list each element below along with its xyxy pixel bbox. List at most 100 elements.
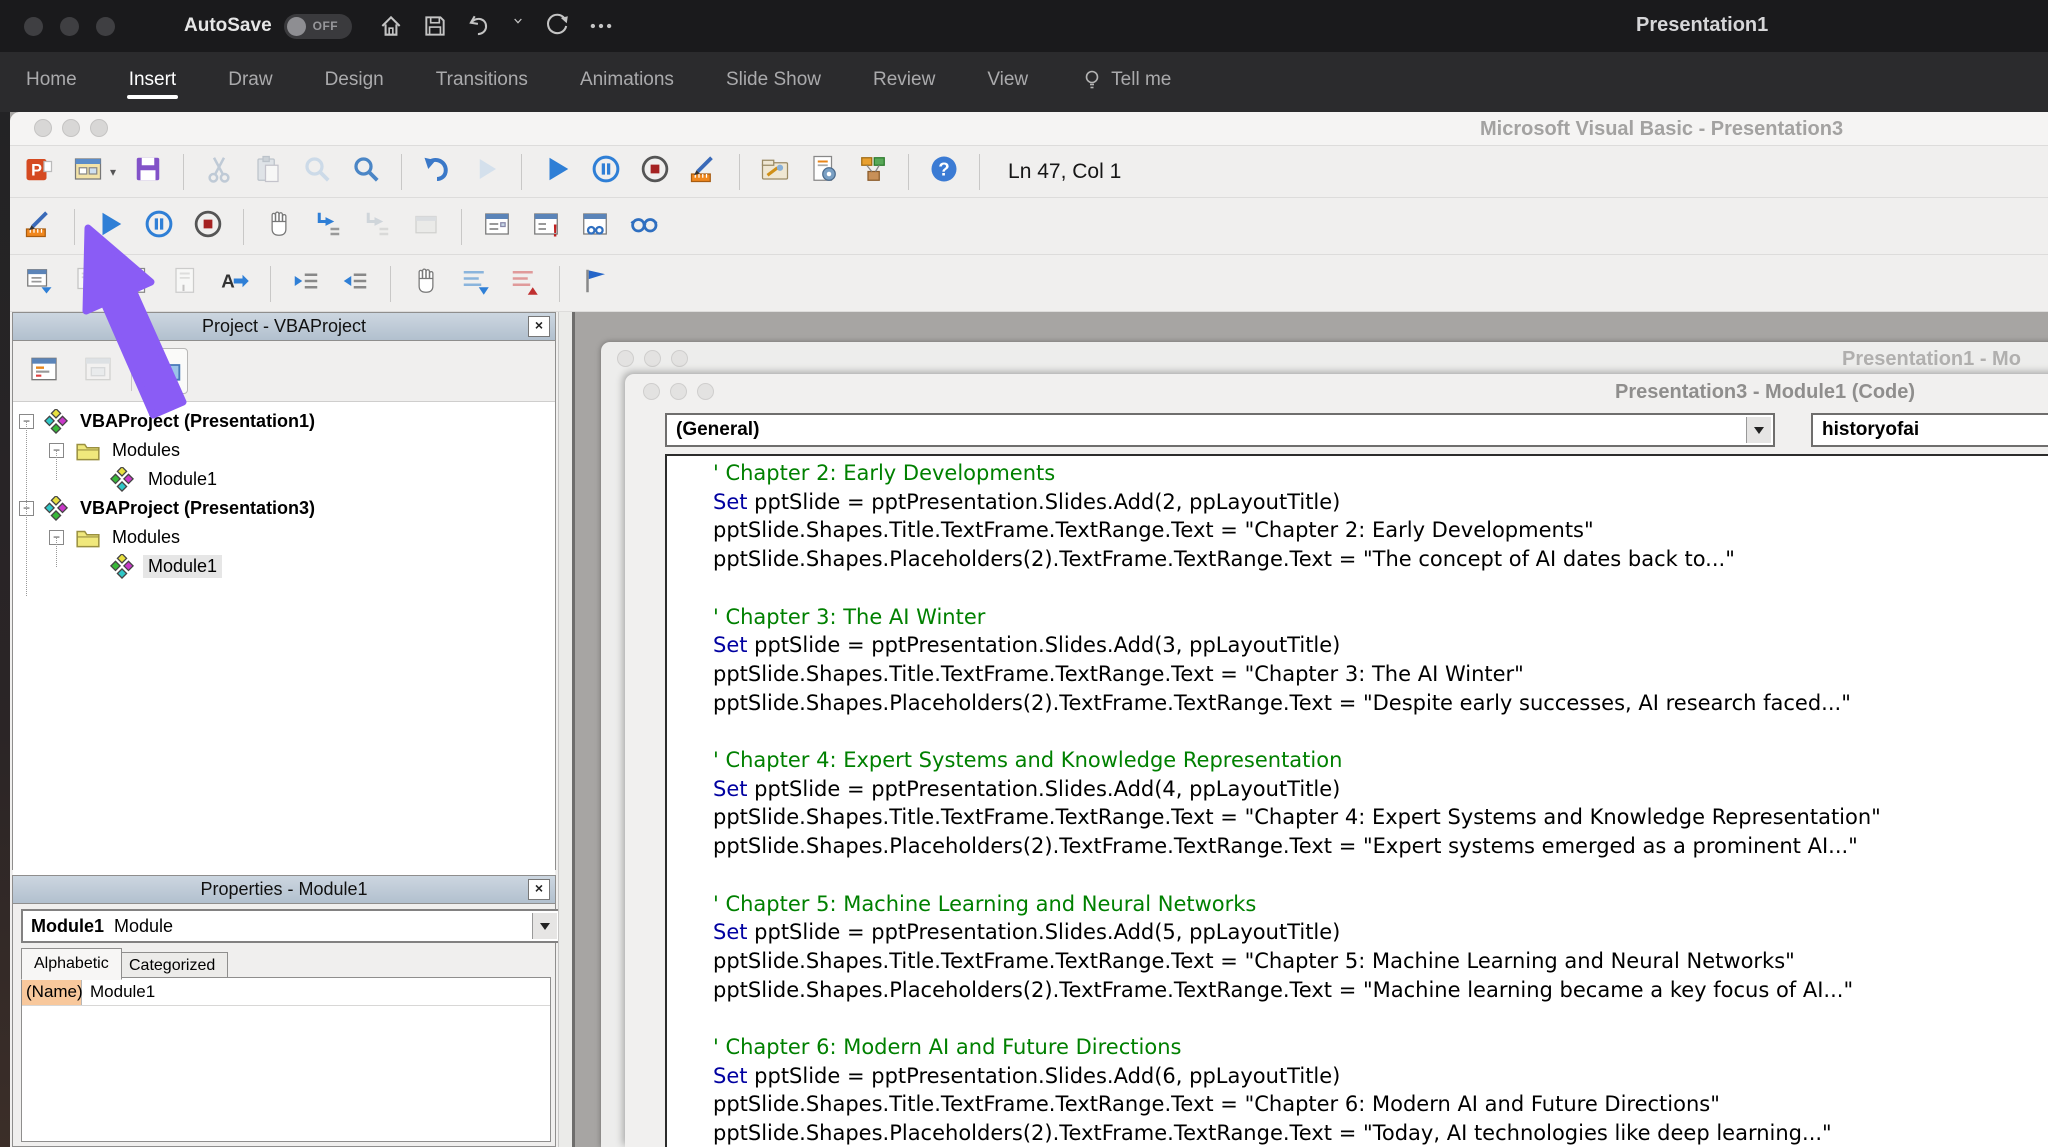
insert-userform-button[interactable] xyxy=(71,155,105,189)
complete-word-button[interactable]: A xyxy=(218,267,252,301)
immediate-window-button[interactable] xyxy=(578,210,612,244)
locals-window-button[interactable] xyxy=(480,210,514,244)
home-icon[interactable] xyxy=(378,13,404,39)
chevron-down-icon[interactable] xyxy=(532,913,557,939)
zoom-window-icon[interactable] xyxy=(697,383,714,400)
tab-slide-show[interactable]: Slide Show xyxy=(726,63,821,101)
minimize-window-icon[interactable] xyxy=(60,16,79,36)
view-powerpoint-button[interactable]: P xyxy=(22,155,56,189)
break-button[interactable] xyxy=(142,210,176,244)
properties-panel-titlebar[interactable]: Properties - Module1 × xyxy=(13,876,555,904)
step-over-button[interactable] xyxy=(360,210,394,244)
save-icon[interactable] xyxy=(422,13,448,39)
undo-icon[interactable] xyxy=(466,13,492,39)
tab-tell-me[interactable]: Tell me xyxy=(1080,62,1171,102)
redo-icon[interactable] xyxy=(544,13,570,39)
tab-insert[interactable]: Insert xyxy=(126,63,178,101)
object-browser-button[interactable] xyxy=(856,155,890,189)
property-name-cell[interactable]: (Name) xyxy=(22,978,83,1005)
tab-view[interactable]: View xyxy=(987,63,1028,101)
chevron-down-icon[interactable]: ▾ xyxy=(110,165,116,179)
code-editor[interactable]: ' Chapter 2: Early Developments Set pptSl… xyxy=(665,454,2048,1147)
view-code-button[interactable] xyxy=(23,349,65,393)
tab-review[interactable]: Review xyxy=(873,63,935,101)
macos-window-controls[interactable] xyxy=(24,16,132,36)
reset-button[interactable] xyxy=(638,155,672,189)
design-mode-button[interactable] xyxy=(22,210,56,244)
parameter-info-button[interactable] xyxy=(169,267,203,301)
project-panel-titlebar[interactable]: Project - VBAProject × xyxy=(13,313,555,341)
watch-window-button[interactable]: ! xyxy=(529,210,563,244)
tab-draw[interactable]: Draw xyxy=(228,63,272,101)
run-button[interactable] xyxy=(540,155,574,189)
list-constants-button[interactable] xyxy=(71,267,105,301)
comment-block-button[interactable] xyxy=(458,267,492,301)
undo-button[interactable] xyxy=(420,155,454,189)
view-object-button[interactable] xyxy=(77,349,119,393)
zoom-window-icon[interactable] xyxy=(671,350,688,367)
minimize-window-icon[interactable] xyxy=(670,383,687,400)
chevron-down-icon[interactable] xyxy=(1746,417,1771,443)
run-button[interactable] xyxy=(93,210,127,244)
procedure-dropdown[interactable]: historyofai xyxy=(1811,413,2048,447)
object-selector-combo[interactable]: Module1 Module xyxy=(21,909,561,943)
close-icon[interactable]: × xyxy=(528,316,550,337)
indent-button[interactable] xyxy=(289,267,323,301)
bookmark-flag-button[interactable] xyxy=(578,267,612,301)
tree-item-vbaproject-presentation3-[interactable]: − VBAProject (Presentation3) xyxy=(13,494,555,523)
step-into-button[interactable] xyxy=(311,210,345,244)
properties-window-button[interactable] xyxy=(807,155,841,189)
save-button[interactable] xyxy=(131,155,165,189)
object-dropdown[interactable]: (General) xyxy=(665,413,1775,447)
zoom-window-icon[interactable] xyxy=(96,16,115,36)
close-window-icon[interactable] xyxy=(24,16,43,36)
break-button[interactable] xyxy=(589,155,623,189)
toggle-folders-button[interactable] xyxy=(144,348,188,394)
cut-button[interactable] xyxy=(202,155,236,189)
toggle-breakpoint-button[interactable] xyxy=(262,210,296,244)
folder-icon xyxy=(75,525,101,551)
paste-button[interactable] xyxy=(251,155,285,189)
find-next-button[interactable] xyxy=(349,155,383,189)
quick-info-button[interactable] xyxy=(120,267,154,301)
view-code-icon xyxy=(28,353,60,390)
tree-item-module1[interactable]: Module1 xyxy=(13,552,555,581)
tree-item-modules[interactable]: − Modules xyxy=(13,523,555,552)
list-properties-button[interactable] xyxy=(22,267,56,301)
tab-home[interactable]: Home xyxy=(26,63,77,101)
outdent-button[interactable] xyxy=(338,267,372,301)
close-window-icon[interactable] xyxy=(643,383,660,400)
find-button[interactable] xyxy=(300,155,334,189)
zoom-window-icon[interactable] xyxy=(90,119,108,137)
close-icon[interactable]: × xyxy=(528,879,550,900)
window-controls[interactable] xyxy=(617,350,688,367)
property-row[interactable]: (Name) Module1 xyxy=(22,978,550,1006)
toggle-breakpoint-button[interactable] xyxy=(409,267,443,301)
property-value-cell[interactable]: Module1 xyxy=(82,982,155,1002)
project-explorer-button[interactable] xyxy=(758,155,792,189)
autosave-toggle[interactable]: OFF xyxy=(283,13,352,39)
minimize-window-icon[interactable] xyxy=(644,350,661,367)
close-window-icon[interactable] xyxy=(617,350,634,367)
quick-watch-button[interactable] xyxy=(627,210,661,244)
redo-button[interactable] xyxy=(469,155,503,189)
tab-alphabetic[interactable]: Alphabetic xyxy=(21,948,122,980)
window-controls[interactable] xyxy=(643,383,714,400)
vbe-window-controls[interactable] xyxy=(34,119,108,137)
minimize-window-icon[interactable] xyxy=(62,119,80,137)
design-mode-button[interactable] xyxy=(687,155,721,189)
tab-categorized[interactable]: Categorized xyxy=(116,952,229,980)
close-window-icon[interactable] xyxy=(34,119,52,137)
ellipsis-icon[interactable] xyxy=(588,13,614,39)
tree-item-vbaproject-presentation1-[interactable]: − VBAProject (Presentation1) xyxy=(13,407,555,436)
tab-design[interactable]: Design xyxy=(325,63,384,101)
help-button[interactable]: ? xyxy=(927,155,961,189)
chevron-down-icon[interactable] xyxy=(510,13,526,39)
tree-item-module1[interactable]: Module1 xyxy=(13,465,555,494)
uncomment-block-button[interactable] xyxy=(507,267,541,301)
tab-animations[interactable]: Animations xyxy=(580,63,674,101)
step-out-button[interactable] xyxy=(409,210,443,244)
reset-button[interactable] xyxy=(191,210,225,244)
tab-transitions[interactable]: Transitions xyxy=(436,63,528,101)
tree-item-modules[interactable]: − Modules xyxy=(13,436,555,465)
